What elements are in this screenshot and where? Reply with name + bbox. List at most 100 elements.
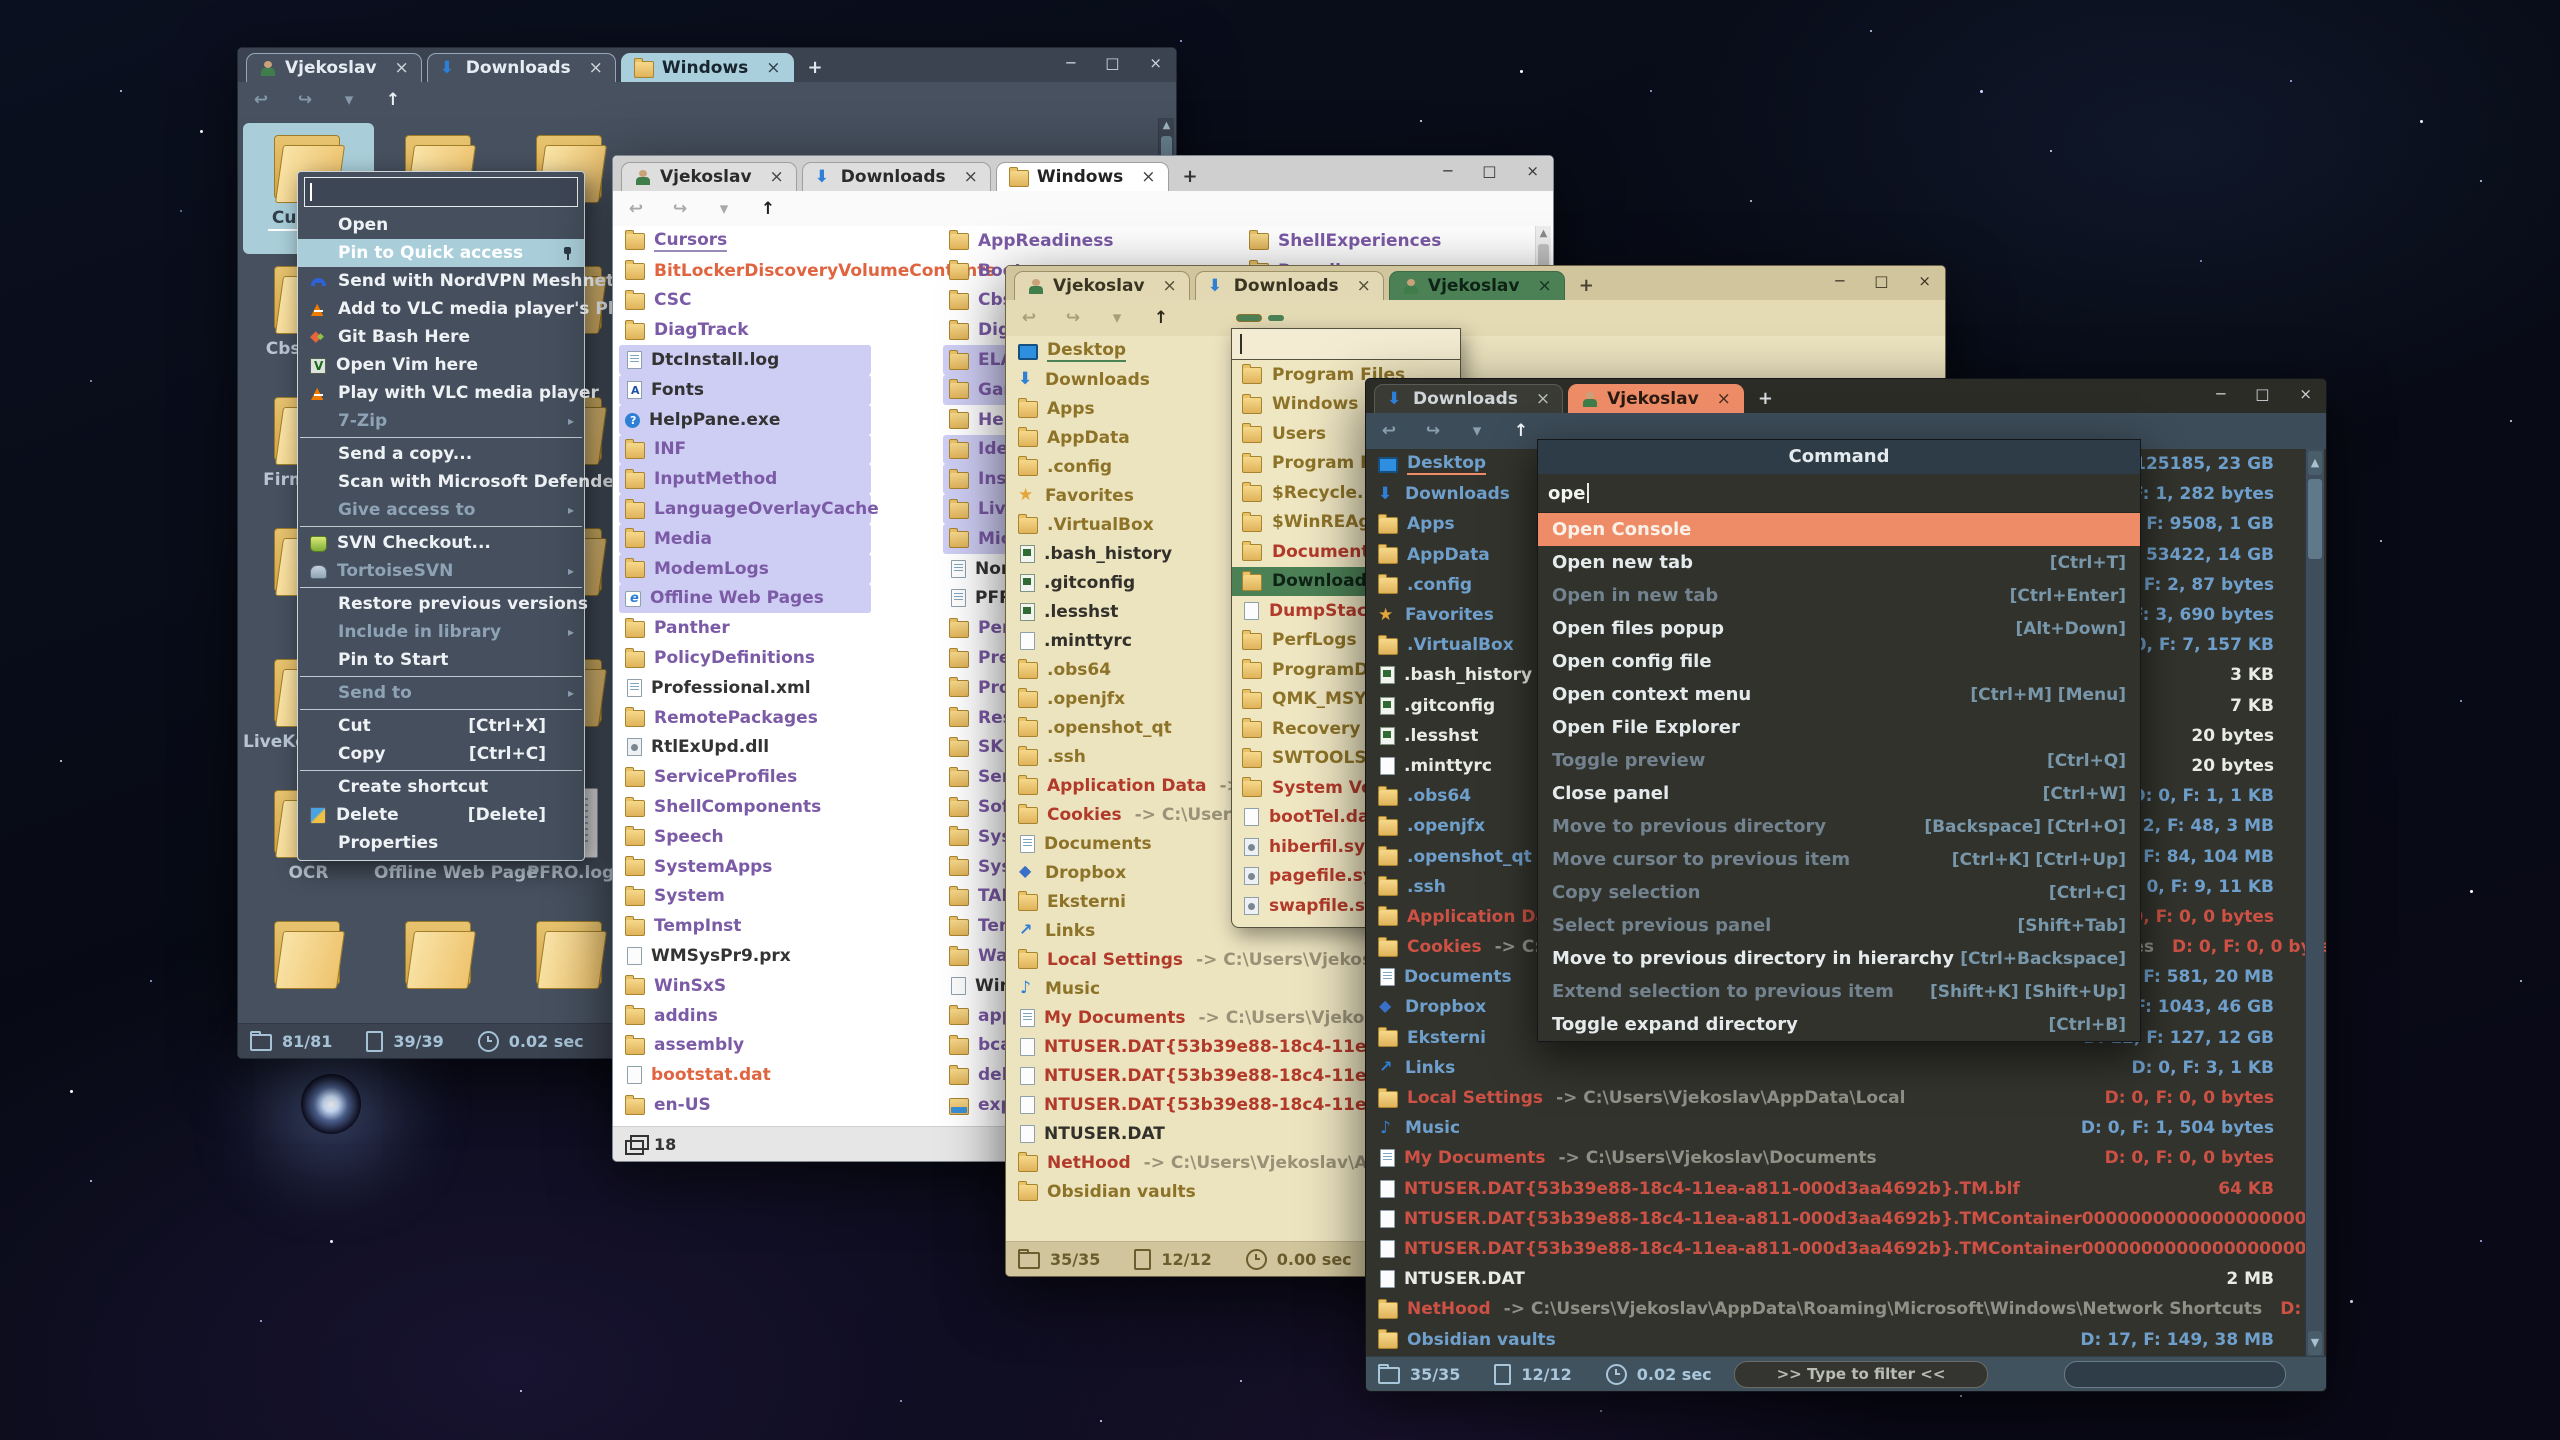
file-row[interactable]: Offline Web Pages [619, 584, 871, 614]
file-row[interactable]: BitLockerDiscoveryVolumeContents [619, 256, 871, 286]
maximize-button[interactable]: □ [1874, 272, 1888, 290]
palette-item[interactable]: Extend selection to previous item [Shift… [1538, 975, 2140, 1008]
palette-item[interactable]: Open File Explorer [1538, 711, 2140, 744]
file-row[interactable]: Speech [619, 822, 871, 852]
file-row[interactable]: NetHood -> C:\Users\Vjekoslav\AppData\Ro… [1372, 1294, 2306, 1324]
scroll-up-icon[interactable]: ▲ [1159, 118, 1174, 134]
tab[interactable]: Downloads × [1374, 384, 1563, 413]
new-tab-button[interactable]: + [1183, 166, 1198, 187]
tab-close-icon[interactable]: × [766, 58, 780, 78]
back-icon[interactable]: ↩ [248, 90, 274, 110]
history-dropdown-icon[interactable]: ▾ [1464, 421, 1490, 441]
context-menu-item[interactable]: Add to VLC media player's Playlist [298, 295, 584, 323]
file-row[interactable]: addins [619, 1001, 871, 1031]
forward-icon[interactable]: ↪ [1420, 421, 1446, 441]
context-menu-item[interactable]: Copy [Ctrl+C] [298, 740, 584, 768]
palette-item[interactable]: Toggle preview [Ctrl+Q] [1538, 744, 2140, 777]
tab[interactable]: Vjekoslav × [246, 53, 422, 82]
palette-item[interactable]: Open files popup [Alt+Down] [1538, 612, 2140, 645]
tab-close-icon[interactable]: × [1536, 389, 1550, 409]
w4-scrollbar[interactable]: ▲ ▼ [2305, 449, 2324, 1357]
maximize-button[interactable]: □ [2255, 385, 2269, 403]
file-row[interactable]: Cursors [619, 226, 871, 256]
close-button[interactable]: × [1918, 272, 1931, 290]
close-button[interactable]: × [1149, 54, 1162, 72]
palette-item[interactable]: Open in new tab [Ctrl+Enter] [1538, 579, 2140, 612]
dropdown-filter-input[interactable] [1232, 329, 1460, 360]
new-tab-button[interactable]: + [1579, 275, 1594, 296]
context-menu-item[interactable]: Properties [298, 829, 584, 857]
palette-item[interactable]: Move to previous directory in hierarchy … [1538, 942, 2140, 975]
close-button[interactable]: × [2299, 385, 2312, 403]
minimize-button[interactable]: ─ [1443, 162, 1452, 180]
new-tab-button[interactable]: + [808, 57, 823, 78]
palette-item[interactable]: Open config file [1538, 645, 2140, 678]
tab-close-icon[interactable]: × [964, 167, 978, 187]
context-menu-item[interactable]: 7-Zip ▸ [298, 407, 584, 435]
context-menu-item[interactable]: Send a copy... [298, 440, 584, 468]
palette-item[interactable]: Move cursor to previous item [Ctrl+K] [C… [1538, 843, 2140, 876]
tab-close-icon[interactable]: × [395, 58, 409, 78]
menu-filter-input[interactable] [304, 177, 578, 207]
minimize-button[interactable]: ─ [1835, 272, 1844, 290]
tab-close-icon[interactable]: × [1141, 167, 1155, 187]
up-icon[interactable]: ↑ [755, 199, 781, 219]
file-row[interactable]: WMSysPr9.prx [619, 941, 871, 971]
history-dropdown-icon[interactable]: ▾ [1104, 308, 1130, 328]
tab[interactable]: Windows × [621, 53, 794, 82]
history-dropdown-icon[interactable]: ▾ [336, 90, 362, 110]
up-icon[interactable]: ↑ [1508, 421, 1534, 441]
context-menu-item[interactable]: Pin to Start [298, 646, 584, 674]
file-row[interactable]: ShellComponents [619, 792, 871, 822]
scroll-up-icon[interactable]: ▲ [1536, 226, 1551, 242]
context-menu-item[interactable]: Give access to ▸ [298, 496, 584, 524]
file-row[interactable]: Media [619, 524, 871, 554]
tab[interactable]: Windows × [996, 162, 1169, 191]
up-icon[interactable]: ↑ [1148, 308, 1174, 328]
scroll-up-icon[interactable]: ▲ [2308, 451, 2322, 475]
tab-close-icon[interactable]: × [1717, 389, 1731, 409]
palette-item[interactable]: Open new tab [Ctrl+T] [1538, 546, 2140, 579]
context-menu-item[interactable]: Open Vim here [298, 351, 584, 379]
tab[interactable]: Vjekoslav × [1568, 384, 1744, 413]
forward-icon[interactable]: ↪ [667, 199, 693, 219]
file-row[interactable]: HelpPane.exe [619, 405, 871, 435]
back-icon[interactable]: ↩ [623, 199, 649, 219]
context-menu-item[interactable]: SVN Checkout... [298, 529, 584, 557]
tab-close-icon[interactable]: × [770, 167, 784, 187]
context-menu-item[interactable]: Include in library ▸ [298, 618, 584, 646]
file-row[interactable]: en-US [619, 1090, 871, 1120]
scroll-down-icon[interactable]: ▼ [2308, 1331, 2322, 1355]
file-row[interactable]: NTUSER.DAT 2 MB [1372, 1264, 2306, 1294]
palette-item[interactable]: Select previous panel [Shift+Tab] [1538, 909, 2140, 942]
tab-close-icon[interactable]: × [1163, 276, 1177, 296]
file-row[interactable]: NTUSER.DAT{53b39e88-18c4-11ea-a811-000d3… [1372, 1204, 2306, 1234]
file-row[interactable]: System [619, 882, 871, 912]
new-tab-button[interactable]: + [1758, 388, 1773, 409]
tab[interactable]: Vjekoslav × [1389, 271, 1565, 300]
context-menu-item[interactable]: Play with VLC media player [298, 379, 584, 407]
file-row[interactable]: PolicyDefinitions [619, 643, 871, 673]
tab[interactable]: Vjekoslav × [1014, 271, 1190, 300]
file-row[interactable]: Professional.xml [619, 673, 871, 703]
history-dropdown-icon[interactable]: ▾ [711, 199, 737, 219]
file-row[interactable]: Links D: 0, F: 3, 1 KB [1372, 1053, 2306, 1083]
forward-icon[interactable]: ↪ [292, 90, 318, 110]
file-row[interactable]: ModemLogs [619, 554, 871, 584]
file-row[interactable]: bootstat.dat [619, 1060, 871, 1090]
file-row[interactable]: TempInst [619, 911, 871, 941]
context-menu-item[interactable]: Cut [Ctrl+X] [298, 712, 584, 740]
file-row[interactable]: InputMethod [619, 464, 871, 494]
file-row[interactable]: My Documents -> C:\Users\Vjekoslav\Docum… [1372, 1143, 2306, 1173]
maximize-button[interactable]: □ [1482, 162, 1496, 180]
close-button[interactable]: × [1526, 162, 1539, 180]
palette-query-input[interactable]: ope [1538, 474, 2140, 513]
context-menu-item[interactable]: Delete [Delete] [298, 801, 584, 829]
minimize-button[interactable]: ─ [1066, 54, 1075, 72]
type-to-filter-button[interactable]: >> Type to filter << [1734, 1361, 1988, 1388]
back-icon[interactable]: ↩ [1376, 421, 1402, 441]
context-menu-item[interactable]: Send to ▸ [298, 679, 584, 707]
tab-close-icon[interactable]: × [589, 58, 603, 78]
scrollbar-thumb[interactable] [2308, 479, 2322, 559]
palette-item[interactable]: Open context menu [Ctrl+M] [Menu] [1538, 678, 2140, 711]
